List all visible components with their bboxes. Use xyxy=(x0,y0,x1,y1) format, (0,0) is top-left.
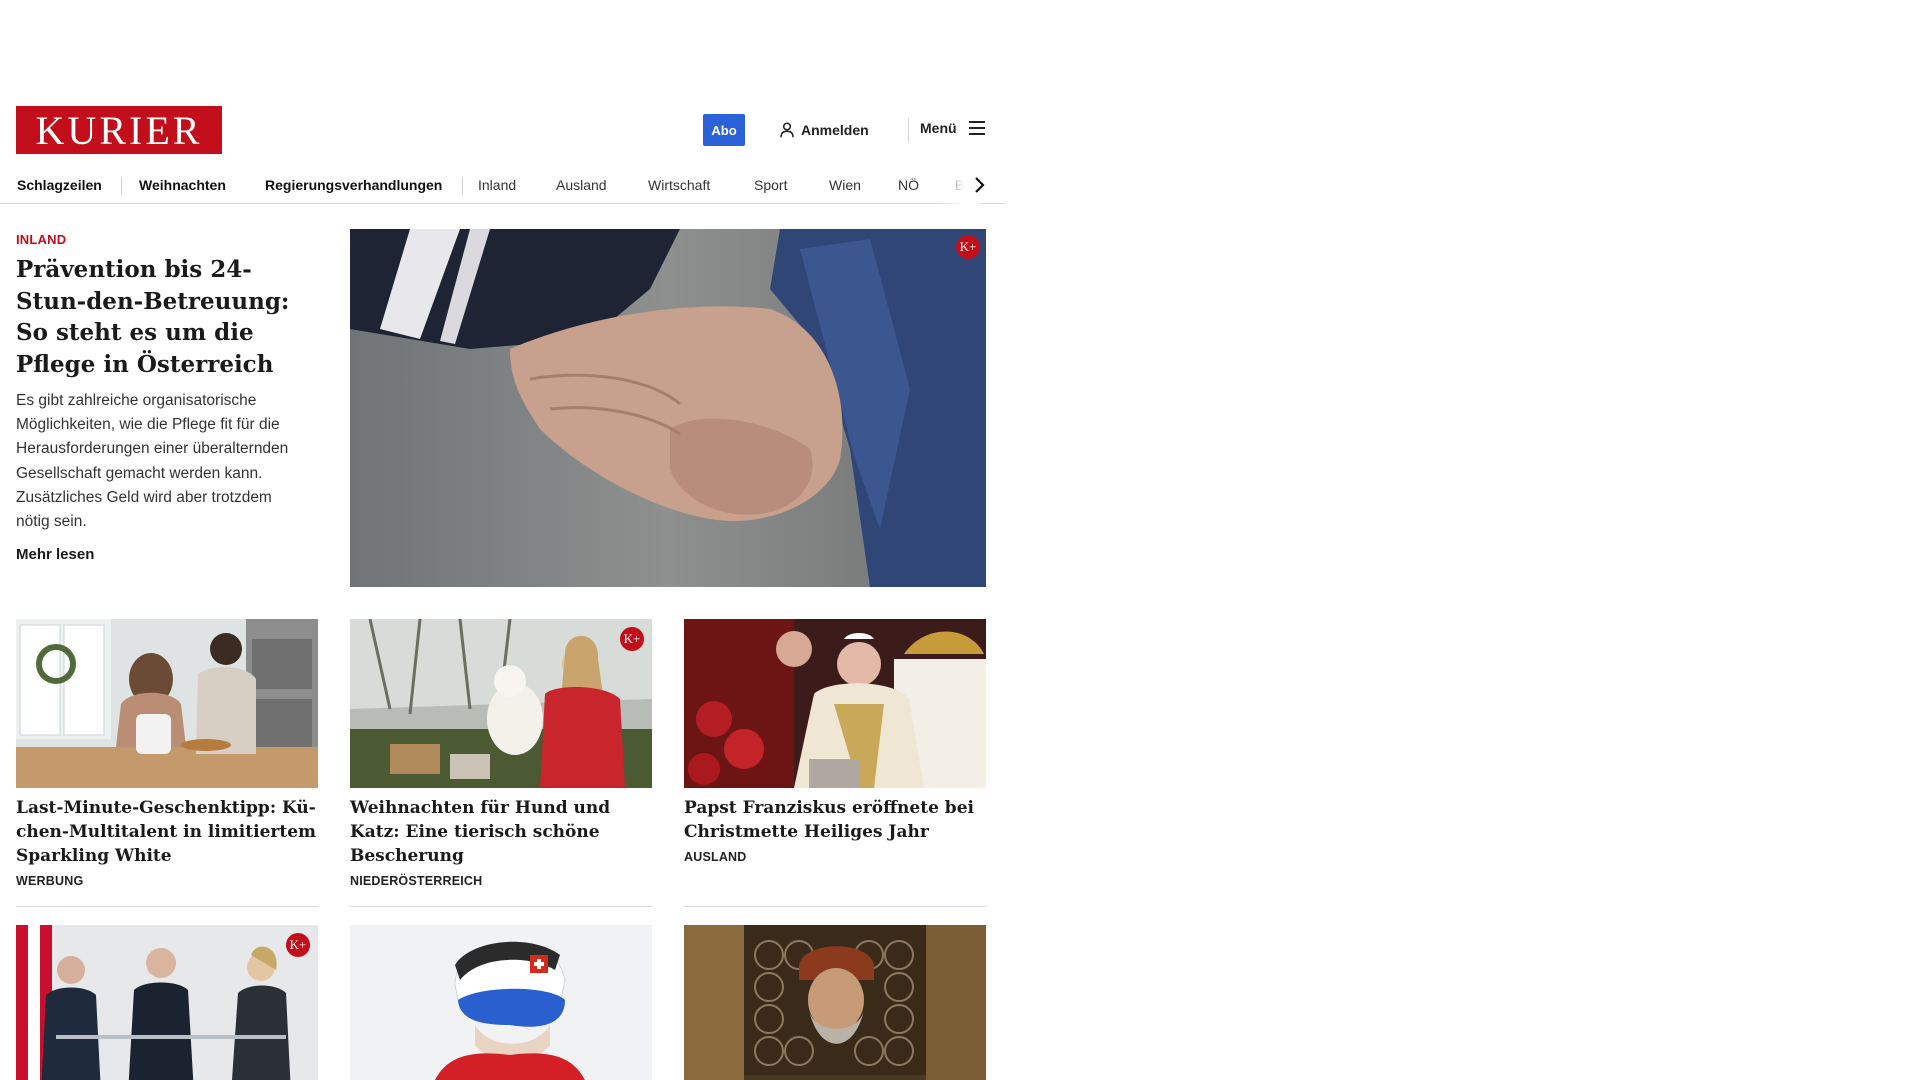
hero-lead: Es gibt zahlreiche organisatorische Mögl… xyxy=(16,392,289,531)
hero-title[interactable]: Prävention bis 24-Stun-den-Betreuung: So… xyxy=(16,254,306,380)
read-more-link[interactable]: Mehr lesen xyxy=(16,546,306,563)
article-category: NIEDERÖSTERREICH xyxy=(350,874,483,888)
menu-button[interactable]: Menü xyxy=(920,120,985,136)
nav-item-sport[interactable]: Sport xyxy=(754,172,787,198)
kurier-plus-badge: K+ xyxy=(956,235,980,259)
kurier-logo[interactable]: KURIER xyxy=(16,106,222,154)
row-divider xyxy=(16,906,318,907)
nav-item-schlagzeilen[interactable]: Schlagzeilen xyxy=(17,172,102,198)
nav-item-inland[interactable]: Inland xyxy=(478,172,516,198)
article-card[interactable] xyxy=(684,925,986,1080)
article-card[interactable] xyxy=(350,925,652,1080)
article-card[interactable]: Last-Minute-Geschenktipp: Kü-chen-Multit… xyxy=(16,619,318,888)
header-divider xyxy=(908,118,909,142)
kitchen-photo xyxy=(16,619,318,788)
article-title[interactable]: Last-Minute-Geschenktipp: Kü-chen-Multit… xyxy=(16,796,318,868)
article-card[interactable]: Papst Franziskus eröffnete bei Christmet… xyxy=(684,619,986,864)
article-image[interactable] xyxy=(16,619,318,788)
nav-divider xyxy=(462,177,463,195)
menu-label: Menü xyxy=(920,120,957,136)
dog-photo xyxy=(350,619,652,788)
painting-photo xyxy=(684,925,986,1080)
article-category: WERBUNG xyxy=(16,874,84,888)
kurier-plus-badge: K+ xyxy=(620,627,644,651)
abo-button[interactable]: Abo xyxy=(703,114,745,146)
article-card[interactable]: K+ xyxy=(16,925,318,1080)
hero-article: INLAND Prävention bis 24-Stun-den-Betreu… xyxy=(16,232,306,563)
row-divider xyxy=(350,906,652,907)
login-label: Anmelden xyxy=(801,122,869,138)
pope-photo xyxy=(684,619,986,788)
article-title[interactable]: Papst Franziskus eröffnete bei Christmet… xyxy=(684,796,986,844)
nav-item-noe[interactable]: NÖ xyxy=(898,172,919,198)
nav-divider xyxy=(121,177,122,195)
site-header: KURIER Abo Anmelden Menü xyxy=(16,106,990,156)
politicians-photo xyxy=(16,925,318,1080)
article-image[interactable] xyxy=(684,925,986,1080)
hero-category[interactable]: INLAND xyxy=(16,232,306,247)
hero-photo xyxy=(350,229,986,587)
nav-item-weihnachten[interactable]: Weihnachten xyxy=(139,172,226,198)
article-card[interactable]: K+ Weihnachten für Hund und Katz: Eine t… xyxy=(350,619,652,888)
article-category: AUSLAND xyxy=(684,850,747,864)
row-divider xyxy=(684,906,986,907)
section-nav: Schlagzeilen Weihnachten Regierungsverha… xyxy=(0,166,1005,204)
nav-item-ausland[interactable]: Ausland xyxy=(556,172,607,198)
hero-image[interactable]: K+ xyxy=(350,229,986,587)
article-title[interactable]: Weihnachten für Hund und Katz: Eine tier… xyxy=(350,796,652,868)
article-image[interactable]: K+ xyxy=(16,925,318,1080)
article-image[interactable] xyxy=(684,619,986,788)
chevron-right-icon[interactable] xyxy=(972,176,986,194)
hamburger-icon xyxy=(968,121,985,135)
article-image[interactable] xyxy=(350,925,652,1080)
kurier-plus-badge: K+ xyxy=(286,933,310,957)
skier-photo xyxy=(350,925,652,1080)
nav-items: Schlagzeilen Weihnachten Regierungsverha… xyxy=(17,172,977,198)
nav-item-wirtschaft[interactable]: Wirtschaft xyxy=(648,172,710,198)
login-button[interactable]: Anmelden xyxy=(780,120,869,140)
user-icon xyxy=(780,122,794,138)
nav-item-regierungsverhandlungen[interactable]: Regierungsverhandlungen xyxy=(265,172,442,198)
article-image[interactable]: K+ xyxy=(350,619,652,788)
nav-item-wien[interactable]: Wien xyxy=(829,172,861,198)
